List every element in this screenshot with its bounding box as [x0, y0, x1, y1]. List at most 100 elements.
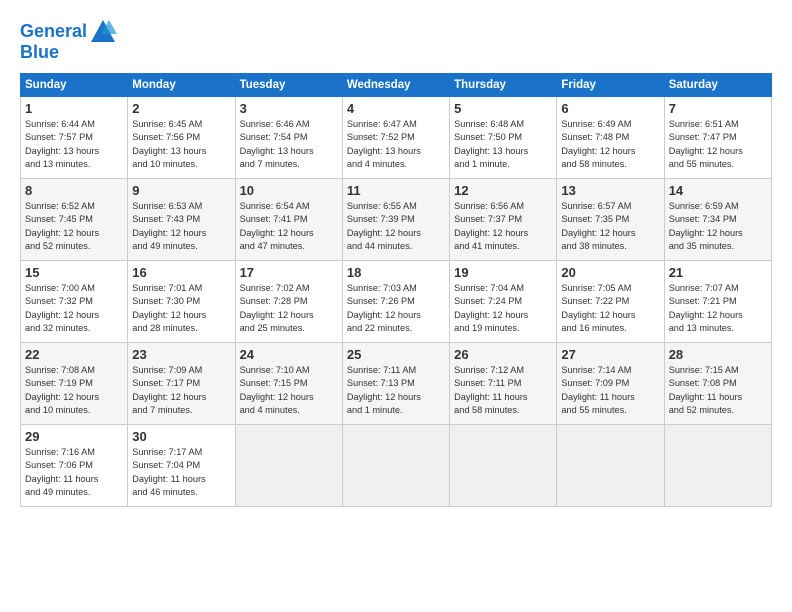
day-number: 12 — [454, 183, 552, 198]
day-info: Sunrise: 6:49 AM Sunset: 7:48 PM Dayligh… — [561, 118, 659, 171]
calendar-cell: 7Sunrise: 6:51 AM Sunset: 7:47 PM Daylig… — [664, 97, 771, 179]
calendar-table: SundayMondayTuesdayWednesdayThursdayFrid… — [20, 73, 772, 507]
day-info: Sunrise: 7:02 AM Sunset: 7:28 PM Dayligh… — [240, 282, 338, 335]
calendar-cell: 1 Sunrise: 6:44 AM Sunset: 7:57 PM Daylig… — [21, 97, 128, 179]
calendar-row: 29 Sunrise: 7:16 AM Sunset: 7:06 PM Dayli… — [21, 425, 772, 507]
calendar-cell: 6 Sunrise: 6:49 AM Sunset: 7:48 PM Daylig… — [557, 97, 664, 179]
calendar-cell: 27 Sunrise: 7:14 AM Sunset: 7:09 PM Dayli… — [557, 343, 664, 425]
weekday-header-saturday: Saturday — [664, 74, 771, 97]
day-number: 19 — [454, 265, 552, 280]
calendar-cell: 22 Sunrise: 7:08 AM Sunset: 7:19 PM Dayli… — [21, 343, 128, 425]
day-number: 13 — [561, 183, 659, 198]
day-number: 6 — [561, 101, 659, 116]
day-info: Sunrise: 7:00 AM Sunset: 7:32 PM Dayligh… — [25, 282, 123, 335]
calendar-row: 15 Sunrise: 7:00 AM Sunset: 7:32 PM Dayli… — [21, 261, 772, 343]
day-info: Sunrise: 7:15 AM Sunset: 7:08 PM Dayligh… — [669, 364, 767, 417]
day-info: Sunrise: 7:17 AM Sunset: 7:04 PM Dayligh… — [132, 446, 230, 499]
day-info: Sunrise: 6:44 AM Sunset: 7:57 PM Dayligh… — [25, 118, 123, 171]
day-number: 15 — [25, 265, 123, 280]
day-number: 3 — [240, 101, 338, 116]
day-info: Sunrise: 6:54 AM Sunset: 7:41 PM Dayligh… — [240, 200, 338, 253]
day-number: 7 — [669, 101, 767, 116]
calendar-cell: 18 Sunrise: 7:03 AM Sunset: 7:26 PM Dayli… — [342, 261, 449, 343]
day-number: 21 — [669, 265, 767, 280]
calendar-cell: 26 Sunrise: 7:12 AM Sunset: 7:11 PM Dayli… — [450, 343, 557, 425]
calendar-page: General Blue SundayMondayTuesdayWednesda… — [0, 0, 792, 612]
day-info: Sunrise: 7:09 AM Sunset: 7:17 PM Dayligh… — [132, 364, 230, 417]
calendar-cell: 28 Sunrise: 7:15 AM Sunset: 7:08 PM Dayli… — [664, 343, 771, 425]
calendar-cell: 14 Sunrise: 6:59 AM Sunset: 7:34 PM Dayli… — [664, 179, 771, 261]
day-info: Sunrise: 7:10 AM Sunset: 7:15 PM Dayligh… — [240, 364, 338, 417]
day-number: 11 — [347, 183, 445, 198]
calendar-cell — [664, 425, 771, 507]
day-info: Sunrise: 7:16 AM Sunset: 7:06 PM Dayligh… — [25, 446, 123, 499]
logo-icon — [89, 18, 117, 46]
day-number: 2 — [132, 101, 230, 116]
day-number: 9 — [132, 183, 230, 198]
logo: General Blue — [20, 18, 117, 63]
calendar-cell: 5 Sunrise: 6:48 AM Sunset: 7:50 PM Daylig… — [450, 97, 557, 179]
day-info: Sunrise: 7:12 AM Sunset: 7:11 PM Dayligh… — [454, 364, 552, 417]
calendar-cell: 21 Sunrise: 7:07 AM Sunset: 7:21 PM Dayli… — [664, 261, 771, 343]
day-info: Sunrise: 7:07 AM Sunset: 7:21 PM Dayligh… — [669, 282, 767, 335]
day-info: Sunrise: 6:55 AM Sunset: 7:39 PM Dayligh… — [347, 200, 445, 253]
day-info: Sunrise: 6:45 AM Sunset: 7:56 PM Dayligh… — [132, 118, 230, 171]
calendar-cell — [450, 425, 557, 507]
day-number: 24 — [240, 347, 338, 362]
day-number: 28 — [669, 347, 767, 362]
day-info: Sunrise: 7:04 AM Sunset: 7:24 PM Dayligh… — [454, 282, 552, 335]
calendar-cell: 13 Sunrise: 6:57 AM Sunset: 7:35 PM Dayli… — [557, 179, 664, 261]
day-info: Sunrise: 7:11 AM Sunset: 7:13 PM Dayligh… — [347, 364, 445, 417]
day-number: 4 — [347, 101, 445, 116]
day-info: Sunrise: 6:52 AM Sunset: 7:45 PM Dayligh… — [25, 200, 123, 253]
day-info: Sunrise: 6:56 AM Sunset: 7:37 PM Dayligh… — [454, 200, 552, 253]
header: General Blue — [20, 18, 772, 63]
day-number: 10 — [240, 183, 338, 198]
calendar-cell: 4Sunrise: 6:47 AM Sunset: 7:52 PM Daylig… — [342, 97, 449, 179]
day-number: 22 — [25, 347, 123, 362]
day-info: Sunrise: 7:08 AM Sunset: 7:19 PM Dayligh… — [25, 364, 123, 417]
calendar-cell — [235, 425, 342, 507]
calendar-row: 22 Sunrise: 7:08 AM Sunset: 7:19 PM Dayli… — [21, 343, 772, 425]
day-number: 14 — [669, 183, 767, 198]
day-number: 16 — [132, 265, 230, 280]
day-info: Sunrise: 7:03 AM Sunset: 7:26 PM Dayligh… — [347, 282, 445, 335]
day-number: 29 — [25, 429, 123, 444]
day-info: Sunrise: 6:59 AM Sunset: 7:34 PM Dayligh… — [669, 200, 767, 253]
calendar-row: 8 Sunrise: 6:52 AM Sunset: 7:45 PM Daylig… — [21, 179, 772, 261]
calendar-cell: 3 Sunrise: 6:46 AM Sunset: 7:54 PM Daylig… — [235, 97, 342, 179]
weekday-header-tuesday: Tuesday — [235, 74, 342, 97]
day-number: 25 — [347, 347, 445, 362]
day-number: 1 — [25, 101, 123, 116]
calendar-cell: 8 Sunrise: 6:52 AM Sunset: 7:45 PM Daylig… — [21, 179, 128, 261]
day-number: 18 — [347, 265, 445, 280]
day-info: Sunrise: 6:57 AM Sunset: 7:35 PM Dayligh… — [561, 200, 659, 253]
calendar-cell: 19 Sunrise: 7:04 AM Sunset: 7:24 PM Dayli… — [450, 261, 557, 343]
calendar-cell — [342, 425, 449, 507]
day-number: 30 — [132, 429, 230, 444]
calendar-cell: 16Sunrise: 7:01 AM Sunset: 7:30 PM Dayli… — [128, 261, 235, 343]
day-info: Sunrise: 6:46 AM Sunset: 7:54 PM Dayligh… — [240, 118, 338, 171]
day-number: 27 — [561, 347, 659, 362]
weekday-header-thursday: Thursday — [450, 74, 557, 97]
day-number: 5 — [454, 101, 552, 116]
calendar-cell: 15 Sunrise: 7:00 AM Sunset: 7:32 PM Dayli… — [21, 261, 128, 343]
calendar-cell: 10 Sunrise: 6:54 AM Sunset: 7:41 PM Dayli… — [235, 179, 342, 261]
day-number: 8 — [25, 183, 123, 198]
logo-blue: Blue — [20, 42, 59, 63]
calendar-cell: 11 Sunrise: 6:55 AM Sunset: 7:39 PM Dayli… — [342, 179, 449, 261]
day-info: Sunrise: 7:14 AM Sunset: 7:09 PM Dayligh… — [561, 364, 659, 417]
calendar-row: 1 Sunrise: 6:44 AM Sunset: 7:57 PM Daylig… — [21, 97, 772, 179]
weekday-header-friday: Friday — [557, 74, 664, 97]
day-info: Sunrise: 6:53 AM Sunset: 7:43 PM Dayligh… — [132, 200, 230, 253]
calendar-cell: 23Sunrise: 7:09 AM Sunset: 7:17 PM Dayli… — [128, 343, 235, 425]
weekday-header-wednesday: Wednesday — [342, 74, 449, 97]
weekday-header-monday: Monday — [128, 74, 235, 97]
day-info: Sunrise: 6:48 AM Sunset: 7:50 PM Dayligh… — [454, 118, 552, 171]
calendar-cell: 17Sunrise: 7:02 AM Sunset: 7:28 PM Dayli… — [235, 261, 342, 343]
calendar-cell — [557, 425, 664, 507]
calendar-cell: 25 Sunrise: 7:11 AM Sunset: 7:13 PM Dayli… — [342, 343, 449, 425]
day-number: 26 — [454, 347, 552, 362]
calendar-cell: 24 Sunrise: 7:10 AM Sunset: 7:15 PM Dayli… — [235, 343, 342, 425]
calendar-cell: 20Sunrise: 7:05 AM Sunset: 7:22 PM Dayli… — [557, 261, 664, 343]
